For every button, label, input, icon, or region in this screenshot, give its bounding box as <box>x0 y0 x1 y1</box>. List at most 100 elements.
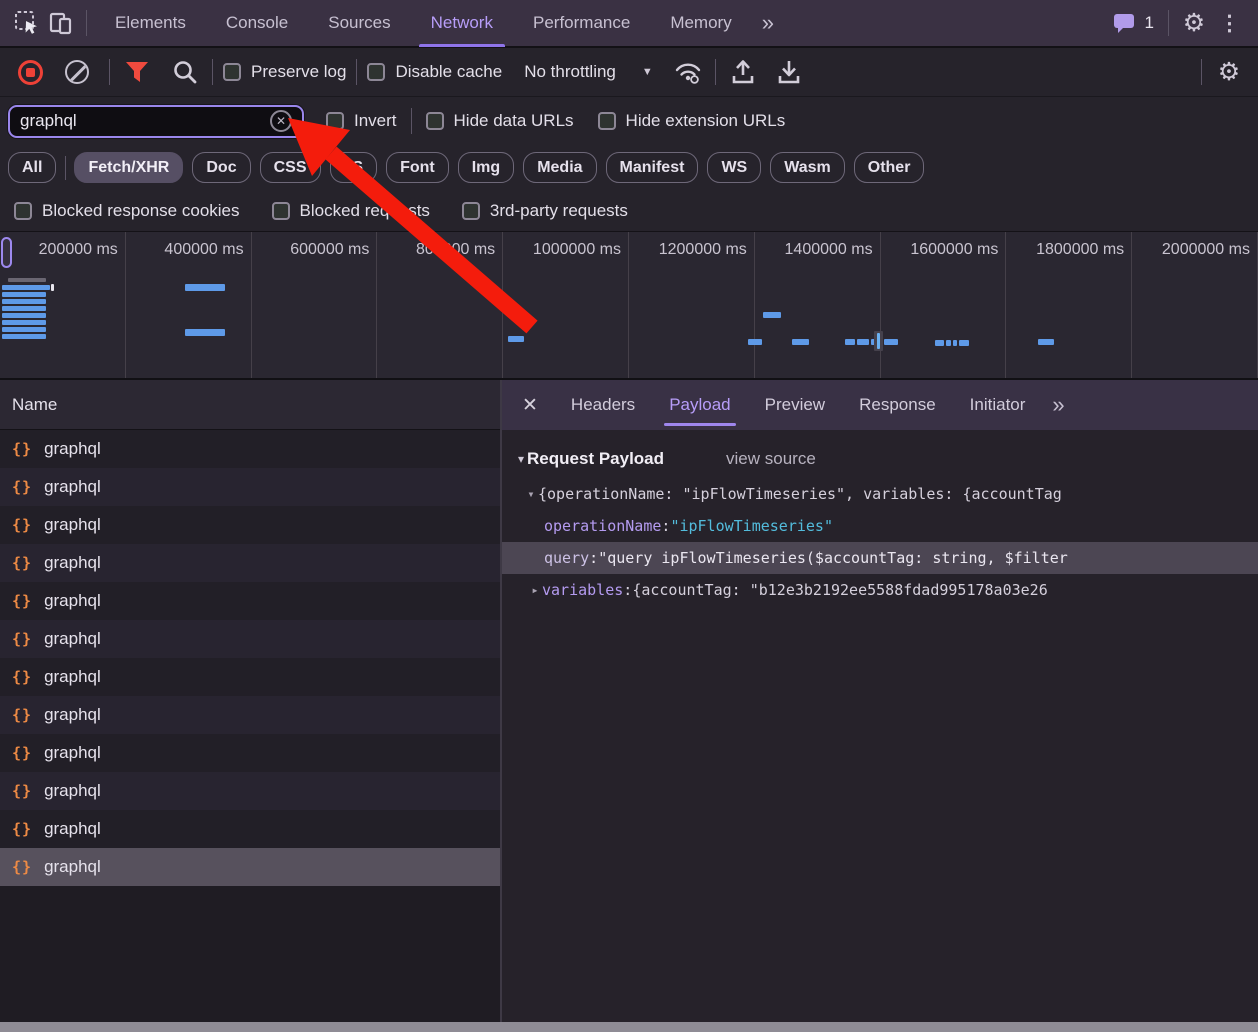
settings-gear-icon[interactable]: ⚙ <box>1177 6 1211 40</box>
checkbox[interactable] <box>272 202 290 220</box>
view-source-link[interactable]: view source <box>726 449 816 469</box>
throttling-dropdown[interactable]: No throttling ▼ <box>524 62 653 82</box>
blocked-requests-checkbox[interactable]: Blocked requests <box>272 201 430 221</box>
divider <box>109 59 110 85</box>
request-row[interactable]: {} graphql <box>0 506 500 544</box>
request-row[interactable]: {} graphql <box>0 810 500 848</box>
chip-font[interactable]: Font <box>386 152 449 183</box>
tab-memory[interactable]: Memory <box>650 0 751 47</box>
request-payload-section[interactable]: ▾ Request Payload view source <box>502 440 1258 478</box>
hide-extension-urls-checkbox[interactable]: Hide extension URLs <box>598 111 786 131</box>
request-row[interactable]: {} graphql <box>0 658 500 696</box>
request-name: graphql <box>44 439 101 459</box>
third-party-requests-checkbox[interactable]: 3rd-party requests <box>462 201 628 221</box>
collapse-triangle-icon[interactable]: ▾ <box>518 452 524 466</box>
clear-network-log-icon[interactable] <box>65 60 89 84</box>
json-braces-icon: {} <box>12 744 32 762</box>
payload-prop-variables[interactable]: ▸ variables: {accountTag: "b12e3b2192ee5… <box>502 574 1258 606</box>
close-panel-icon[interactable]: ✕ <box>502 394 554 417</box>
blocked-filters-row: Blocked response cookies Blocked request… <box>0 190 1258 232</box>
blocked-response-cookies-checkbox[interactable]: Blocked response cookies <box>14 201 240 221</box>
chip-media[interactable]: Media <box>523 152 596 183</box>
name-column-header[interactable]: Name <box>0 380 500 430</box>
inspect-element-icon[interactable] <box>10 6 44 40</box>
request-row[interactable]: {} graphql <box>0 468 500 506</box>
json-braces-icon: {} <box>12 782 32 800</box>
timeline-tick-label: 1600000 ms <box>881 232 1007 378</box>
timeline-tick-label: 2000000 ms <box>1132 232 1258 378</box>
import-har-icon[interactable] <box>726 55 760 89</box>
chip-all[interactable]: All <box>8 152 56 183</box>
device-toolbar-icon[interactable] <box>44 6 78 40</box>
expand-triangle-icon[interactable]: ▾ <box>524 487 538 501</box>
request-row[interactable]: {} graphql <box>0 696 500 734</box>
timeline-overview[interactable]: 200000 ms400000 ms600000 ms800000 ms1000… <box>0 232 1258 380</box>
tab-elements[interactable]: Elements <box>95 0 206 47</box>
request-row[interactable]: {} graphql <box>0 620 500 658</box>
checkbox[interactable] <box>462 202 480 220</box>
filter-funnel-icon[interactable] <box>120 55 154 89</box>
issues-icon[interactable] <box>1107 6 1141 40</box>
request-row[interactable]: {} graphql <box>0 772 500 810</box>
chip-doc[interactable]: Doc <box>192 152 250 183</box>
payload-prop-query[interactable]: query: "query ipFlowTimeseries($accountT… <box>502 542 1258 574</box>
detail-tab-payload[interactable]: Payload <box>652 380 747 430</box>
hide-data-urls-checkbox[interactable]: Hide data URLs <box>426 111 574 131</box>
window-bottom-edge <box>0 1022 1258 1032</box>
network-conditions-icon[interactable] <box>671 55 705 89</box>
chip-manifest[interactable]: Manifest <box>606 152 699 183</box>
request-row[interactable]: {} graphql <box>0 582 500 620</box>
tab-performance[interactable]: Performance <box>513 0 650 47</box>
checkbox[interactable] <box>367 63 385 81</box>
payload-prop-operationName[interactable]: operationName: "ipFlowTimeseries" <box>502 510 1258 542</box>
filter-input-value: graphql <box>20 111 270 131</box>
chip-ws[interactable]: WS <box>707 152 761 183</box>
detail-tab-headers[interactable]: Headers <box>554 380 652 430</box>
request-row[interactable]: {} graphql <box>0 734 500 772</box>
request-rows: {} graphql {} graphql {} graphql {} <box>0 430 500 886</box>
chip-css[interactable]: CSS <box>260 152 321 183</box>
json-braces-icon: {} <box>12 820 32 838</box>
search-icon[interactable] <box>168 55 202 89</box>
checkbox[interactable] <box>426 112 444 130</box>
chip-wasm[interactable]: Wasm <box>770 152 845 183</box>
checkbox[interactable] <box>326 112 344 130</box>
export-har-icon[interactable] <box>772 55 806 89</box>
chip-js[interactable]: JS <box>330 152 378 183</box>
checkbox[interactable] <box>598 112 616 130</box>
checkbox[interactable] <box>14 202 32 220</box>
request-name: graphql <box>44 477 101 497</box>
request-name: graphql <box>44 591 101 611</box>
network-settings-gear-icon[interactable]: ⚙ <box>1212 55 1246 89</box>
chip-fetch-xhr[interactable]: Fetch/XHR <box>74 152 183 183</box>
invert-checkbox[interactable]: Invert <box>326 111 397 131</box>
kebab-menu-icon[interactable]: ⋮ <box>1211 11 1248 36</box>
record-button[interactable] <box>18 60 43 85</box>
payload-root-line[interactable]: ▾ {operationName: "ipFlowTimeseries", va… <box>502 478 1258 510</box>
tab-console[interactable]: Console <box>206 0 308 47</box>
expand-triangle-icon[interactable]: ▸ <box>528 583 542 597</box>
request-row[interactable]: {} graphql <box>0 848 500 886</box>
detail-tab-preview[interactable]: Preview <box>748 380 842 430</box>
clear-filter-icon[interactable]: ✕ <box>270 110 292 132</box>
more-detail-tabs-icon[interactable]: » <box>1042 392 1072 418</box>
preserve-log-checkbox[interactable]: Preserve log <box>223 62 346 82</box>
timeline-tick-label: 1000000 ms <box>503 232 629 378</box>
detail-tab-response[interactable]: Response <box>842 380 953 430</box>
json-braces-icon: {} <box>12 478 32 496</box>
detail-tab-initiator[interactable]: Initiator <box>953 380 1043 430</box>
checkbox[interactable] <box>223 63 241 81</box>
tab-sources[interactable]: Sources <box>308 0 410 47</box>
request-row[interactable]: {} graphql <box>0 430 500 468</box>
timeline-tick-label: 400000 ms <box>126 232 252 378</box>
divider <box>212 59 213 85</box>
chip-other[interactable]: Other <box>854 152 925 183</box>
request-row[interactable]: {} graphql <box>0 544 500 582</box>
tab-network[interactable]: Network <box>411 0 513 47</box>
disable-cache-checkbox[interactable]: Disable cache <box>367 62 502 82</box>
more-tabs-icon[interactable]: » <box>752 10 782 36</box>
chip-img[interactable]: Img <box>458 152 514 183</box>
json-braces-icon: {} <box>12 630 32 648</box>
filter-row: graphql ✕ Invert Hide data URLs Hide ext… <box>0 97 1258 145</box>
filter-text-input[interactable]: graphql ✕ <box>8 105 304 138</box>
